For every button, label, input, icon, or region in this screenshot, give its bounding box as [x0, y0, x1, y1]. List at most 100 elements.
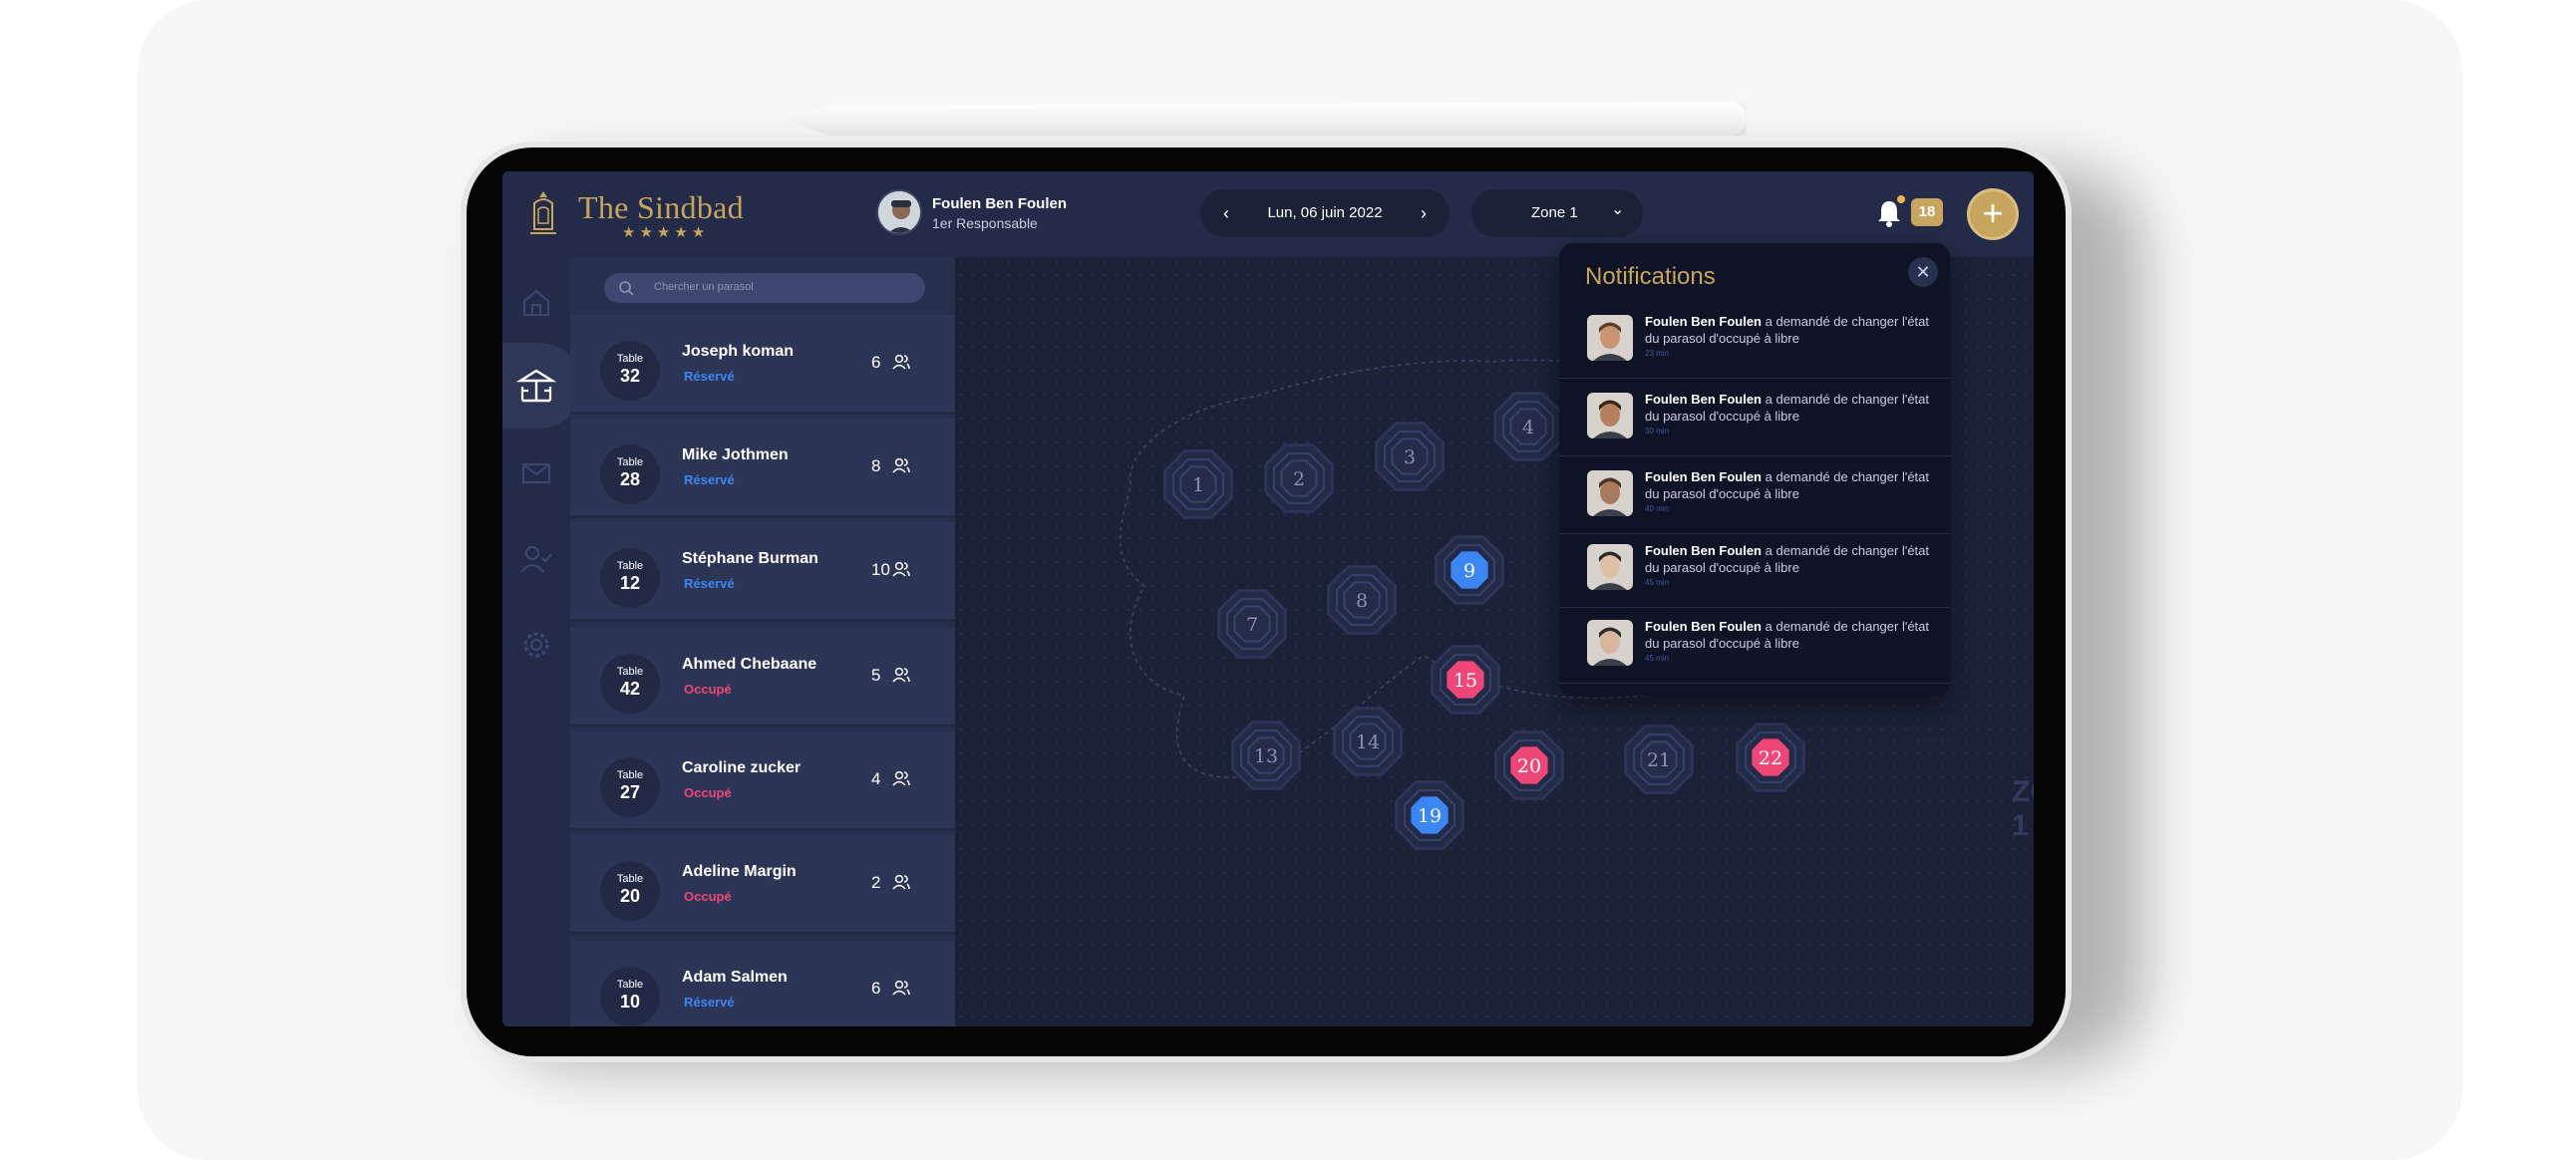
table-badge: Table 32: [600, 341, 660, 401]
guest-count: 6: [871, 353, 881, 372]
date-navigator: ‹ Lun, 06 juin 2022 ›: [1200, 189, 1449, 237]
list-item[interactable]: Table 10 Adam Salmen Réservé 6: [570, 941, 955, 1026]
notification-time: 45 min: [1645, 578, 1670, 587]
reservation-status: Occupé: [684, 682, 732, 697]
notification-sender: Foulen Ben Foulen: [1645, 619, 1762, 634]
notifications-panel: Notifications ✕ Foulen Ben Foulen a dema…: [1559, 243, 1950, 696]
guest-count: 2: [871, 873, 881, 892]
notification-time: 45 min: [1645, 654, 1670, 663]
parasol-15[interactable]: 15: [1431, 645, 1500, 715]
mail-icon[interactable]: [519, 456, 553, 490]
table-number: 12: [619, 573, 641, 593]
notification-item[interactable]: Foulen Ben Foulen a demandé de changer l…: [1559, 608, 1950, 684]
parasol-8[interactable]: 8: [1327, 565, 1397, 635]
parasol-number: 13: [1254, 745, 1278, 767]
parasol-9[interactable]: 9: [1435, 535, 1504, 605]
notification-count-badge: 18: [1911, 198, 1943, 226]
guest-name: Ahmed Chebaane: [682, 656, 817, 673]
gear-icon[interactable]: [519, 628, 553, 662]
search-input[interactable]: Chercher un parasol: [604, 273, 925, 303]
notification-sender: Foulen Ben Foulen: [1645, 392, 1762, 407]
table-number: 42: [619, 679, 641, 699]
notification-item[interactable]: Foulen Ben Foulen a demandé de changer l…: [1559, 381, 1950, 456]
notification-sender: Foulen Ben Foulen: [1645, 314, 1762, 329]
table-label: Table: [616, 560, 644, 572]
parasol-20[interactable]: 20: [1494, 730, 1564, 800]
parasol-number: 15: [1453, 670, 1477, 692]
guest-name: Adeline Margin: [682, 863, 797, 880]
notification-sender: Foulen Ben Foulen: [1645, 469, 1762, 484]
guest-count: 5: [871, 666, 881, 685]
table-label: Table: [616, 769, 644, 781]
notification-text: Foulen Ben Foulen a demandé de changer l…: [1645, 391, 1934, 425]
reservation-status: Occupé: [684, 785, 732, 800]
list-item[interactable]: Table 28 Mike Jothmen Réservé 8: [570, 419, 955, 518]
zone-label: ZONE 1: [2012, 775, 2034, 842]
people-icon: [892, 354, 910, 370]
pencil-decoration: [790, 102, 1747, 136]
parasol-22[interactable]: 22: [1736, 723, 1805, 792]
people-icon: [892, 457, 910, 473]
parasol-icon[interactable]: [516, 365, 556, 405]
parasol-13[interactable]: 13: [1231, 721, 1301, 790]
parasol-21[interactable]: 21: [1624, 725, 1694, 794]
notification-dot: [1897, 195, 1905, 203]
guest-count: 6: [871, 979, 881, 998]
notifications-title: Notifications: [1585, 263, 1716, 290]
table-label: Table: [616, 979, 644, 991]
reservation-status: Réservé: [684, 576, 735, 591]
notification-item[interactable]: Foulen Ben Foulen a demandé de changer l…: [1559, 458, 1950, 534]
notification-text: Foulen Ben Foulen a demandé de changer l…: [1645, 618, 1934, 652]
list-item[interactable]: Table 32 Joseph koman Réservé 6: [570, 315, 955, 415]
notification-time: 23 min: [1645, 349, 1670, 358]
chevron-down-icon: ⌄: [1611, 201, 1625, 218]
list-item[interactable]: Table 12 Stéphane Burman Réservé 10: [570, 522, 955, 622]
next-day-button[interactable]: ›: [1404, 189, 1444, 237]
table-badge: Table 27: [600, 757, 660, 817]
sidebar: [502, 257, 582, 1026]
parasol-14[interactable]: 14: [1333, 707, 1403, 776]
parasol-7[interactable]: 7: [1217, 589, 1287, 659]
parasol-4[interactable]: 4: [1493, 392, 1563, 461]
parasol-number: 2: [1293, 468, 1305, 490]
notification-item[interactable]: Foulen Ben Foulen a demandé de changer l…: [1559, 532, 1950, 608]
people-icon: [892, 874, 910, 890]
parasol-number: 8: [1356, 590, 1368, 612]
avatar: [1587, 393, 1633, 438]
list-item[interactable]: Table 27 Caroline zucker Occupé 4: [570, 731, 955, 831]
reservation-status: Réservé: [684, 369, 735, 384]
parasol-2[interactable]: 2: [1264, 443, 1334, 513]
home-icon[interactable]: [519, 285, 553, 319]
table-badge: Table 28: [600, 444, 660, 504]
parasol-number: 7: [1246, 614, 1258, 636]
notification-time: 30 min: [1645, 427, 1670, 435]
logo-icon: [530, 191, 556, 234]
parasol-1[interactable]: 1: [1163, 449, 1233, 519]
table-number: 32: [619, 366, 641, 386]
notification-text: Foulen Ben Foulen a demandé de changer l…: [1645, 468, 1934, 502]
people-icon: [892, 980, 910, 996]
parasol-3[interactable]: 3: [1375, 422, 1445, 491]
table-badge: Table 10: [600, 967, 660, 1026]
close-icon[interactable]: ✕: [1908, 257, 1938, 287]
guest-count: 4: [871, 769, 881, 788]
table-label: Table: [616, 353, 644, 365]
notification-text: Foulen Ben Foulen a demandé de changer l…: [1645, 313, 1934, 347]
guest-count: 10: [871, 560, 890, 579]
list-item[interactable]: Table 20 Adeline Margin Occupé 2: [570, 835, 955, 935]
table-number: 28: [619, 469, 641, 489]
rating-stars: ★★★★★: [622, 224, 710, 241]
add-button[interactable]: +: [1967, 188, 2019, 240]
parasol-19[interactable]: 19: [1395, 780, 1464, 850]
parasol-number: 3: [1404, 446, 1416, 468]
people-icon: [892, 667, 910, 683]
reservation-status: Occupé: [684, 889, 732, 904]
notification-text: Foulen Ben Foulen a demandé de changer l…: [1645, 542, 1934, 576]
user-name: Foulen Ben Foulen: [932, 195, 1067, 212]
notification-item[interactable]: Foulen Ben Foulen a demandé de changer l…: [1559, 303, 1950, 379]
user-check-icon[interactable]: [519, 542, 553, 576]
table-label: Table: [616, 873, 644, 885]
list-item[interactable]: Table 42 Ahmed Chebaane Occupé 5: [570, 628, 955, 727]
zone-select[interactable]: Zone 1 ⌄: [1471, 189, 1643, 237]
user-avatar[interactable]: [876, 189, 922, 235]
